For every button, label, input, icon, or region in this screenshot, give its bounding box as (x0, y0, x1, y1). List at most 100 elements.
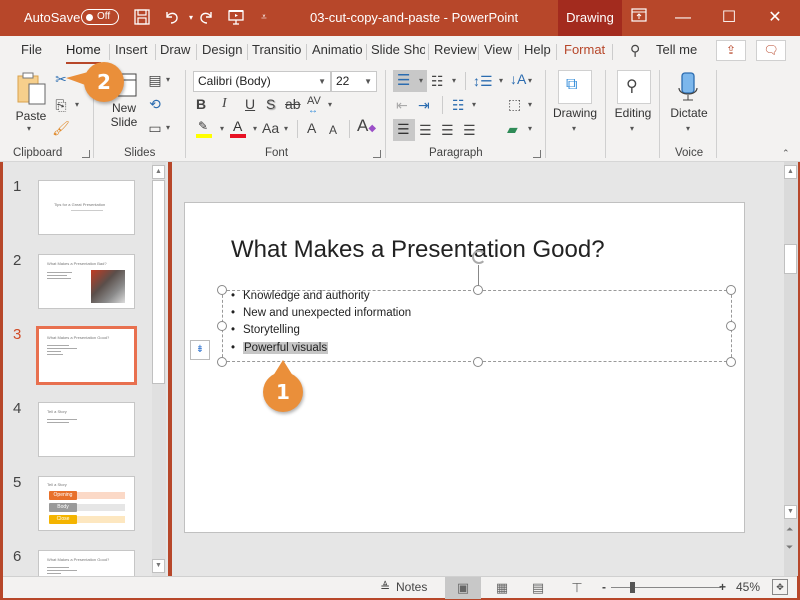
highlight-dropdown-icon[interactable]: ▾ (220, 124, 224, 133)
reset-icon[interactable]: ⟲ (146, 95, 164, 113)
smartart-icon[interactable]: ▰ (507, 120, 518, 138)
zoom-slider-track[interactable] (611, 587, 721, 588)
scroll-up-button[interactable]: ▲ (152, 165, 165, 179)
tab-draw[interactable]: Draw (160, 42, 190, 60)
shadow-button[interactable]: S (266, 95, 275, 113)
resize-handle-top-right[interactable] (726, 285, 736, 295)
close-button[interactable]: ✕ (752, 0, 798, 36)
resize-handle-top-left[interactable] (217, 285, 227, 295)
previous-slide-icon[interactable]: ⏶ (786, 524, 793, 535)
collapse-ribbon-icon[interactable]: ⌃ (782, 148, 790, 159)
tell-me-search[interactable]: Tell me (656, 42, 697, 57)
clipboard-launcher-icon[interactable] (82, 150, 90, 158)
change-case-dropdown-icon[interactable]: ▾ (284, 124, 288, 133)
resize-handle-left[interactable] (217, 321, 227, 331)
highlight-color-button[interactable]: ✎ (196, 119, 214, 139)
normal-view-button[interactable]: ▣ (445, 577, 481, 599)
bullet-item-selected[interactable]: • Powerful visuals (231, 342, 329, 354)
slide-thumbnail-1[interactable]: Tips for a Great Presentation (38, 180, 135, 235)
font-color-button[interactable]: A (230, 118, 248, 139)
share-button[interactable]: ⇪ (716, 40, 746, 61)
layout-icon[interactable]: ▤ (146, 71, 164, 89)
line-spacing-dropdown-icon[interactable]: ▾ (499, 76, 503, 85)
tab-design[interactable]: Design (202, 42, 242, 60)
copy-icon[interactable]: ⎘ (52, 96, 70, 114)
present-icon[interactable] (226, 8, 246, 28)
section-dropdown-icon[interactable]: ▾ (166, 123, 170, 132)
bullet-item[interactable]: • Storytelling (231, 324, 300, 336)
drawing-dropdown-icon[interactable]: ▾ (572, 124, 576, 133)
font-color-dropdown-icon[interactable]: ▾ (253, 124, 257, 133)
tab-file[interactable]: File (21, 42, 42, 60)
tab-animations[interactable]: Animatio (312, 42, 363, 60)
customize-toolbar-icon[interactable]: ⩡ (254, 8, 274, 28)
microphone-icon[interactable] (677, 72, 699, 104)
numbering-icon[interactable]: ☷ (431, 72, 444, 90)
tab-review[interactable]: Review (434, 42, 477, 60)
bullet-item[interactable]: • Knowledge and authority (231, 290, 370, 302)
slide-sorter-button[interactable]: ▦ (484, 577, 520, 599)
tab-view[interactable]: View (484, 42, 512, 60)
maximize-button[interactable]: ☐ (706, 0, 752, 36)
tab-transitions[interactable]: Transitio (252, 42, 301, 60)
bullet-item[interactable]: • New and unexpected information (231, 307, 411, 319)
smartart-dropdown-icon[interactable]: ▾ (528, 124, 532, 133)
drawing-label[interactable]: Drawing (552, 106, 598, 120)
grow-font-button[interactable]: A (307, 119, 316, 137)
slide-show-button[interactable]: ⊤ (559, 577, 595, 599)
editing-label[interactable]: Editing (610, 106, 656, 120)
text-direction-dropdown-icon[interactable]: ▾ (528, 76, 532, 85)
slide-thumbnail-5[interactable]: Tell a Story Opening Body Close (38, 476, 135, 531)
increase-indent-icon[interactable]: ⇥ (418, 96, 430, 114)
layout-dropdown-icon[interactable]: ▾ (166, 75, 170, 84)
slide-thumbnail-3[interactable]: What Makes a Presentation Good? (36, 326, 137, 385)
slides-scrollbar-thumb[interactable] (152, 180, 165, 384)
save-icon[interactable] (132, 8, 152, 28)
autosave-toggle[interactable]: Off (81, 9, 119, 25)
font-name-select[interactable]: Calibri (Body) ▼ (193, 71, 331, 92)
align-center-icon[interactable]: ☰ (419, 121, 432, 139)
paragraph-launcher-icon[interactable] (533, 150, 541, 158)
strikethrough-button[interactable]: ab (285, 95, 301, 113)
undo-icon[interactable] (162, 8, 182, 28)
slides-scrollbar[interactable]: ▲ ▼ (152, 162, 166, 576)
align-left-button[interactable]: ☰ (393, 119, 415, 141)
comments-button[interactable]: 🗨 (756, 40, 786, 61)
bullets-button[interactable]: ☰ ▾ (393, 70, 427, 92)
zoom-in-button[interactable]: + (719, 580, 726, 594)
next-slide-icon[interactable]: ⏷ (786, 542, 793, 553)
change-case-button[interactable]: Aa (262, 119, 279, 137)
notes-icon[interactable]: ≜ (380, 580, 390, 594)
format-painter-icon[interactable]: 🖌 (52, 119, 70, 137)
font-size-select[interactable]: 22 ▼ (331, 71, 377, 92)
zoom-out-button[interactable]: - (602, 580, 606, 594)
columns-icon[interactable]: ☷ (452, 96, 465, 114)
editing-dropdown-icon[interactable]: ▾ (630, 124, 634, 133)
editor-scrollbar-thumb[interactable] (784, 244, 797, 274)
shrink-font-button[interactable]: A (329, 121, 337, 139)
editor-scrollbar[interactable]: ▲ ▼ ⏶ ⏷ (784, 162, 798, 576)
align-text-dropdown-icon[interactable]: ▾ (528, 100, 532, 109)
paste-dropdown-icon[interactable]: ▾ (27, 124, 31, 133)
resize-handle-right[interactable] (726, 321, 736, 331)
slide-thumbnail-2[interactable]: What Makes a Presentation Bad? (38, 254, 135, 309)
drawing-button[interactable]: ⧉ (558, 70, 592, 104)
resize-handle-bottom-right[interactable] (726, 357, 736, 367)
copy-dropdown-icon[interactable]: ▾ (75, 100, 79, 109)
ribbon-display-options-icon[interactable] (629, 8, 649, 28)
columns-dropdown-icon[interactable]: ▾ (472, 100, 476, 109)
dictate-label[interactable]: Dictate (666, 106, 712, 120)
section-icon[interactable]: ▭ (146, 119, 164, 137)
font-launcher-icon[interactable] (373, 150, 381, 158)
line-spacing-icon[interactable]: ↕☰ (473, 72, 493, 90)
resize-handle-bottom-left[interactable] (217, 357, 227, 367)
tab-insert[interactable]: Insert (115, 42, 148, 60)
align-text-icon[interactable]: ⬚ (508, 95, 521, 113)
slide-thumbnail-4[interactable]: Tell a Story (38, 402, 135, 457)
resize-handle-top[interactable] (473, 285, 483, 295)
slide-title[interactable]: What Makes a Presentation Good? (231, 236, 605, 264)
text-direction-icon[interactable]: ↓A (510, 70, 526, 88)
content-placeholder[interactable]: • Knowledge and authority • New and unexpe… (222, 290, 732, 362)
clear-formatting-icon[interactable]: A◆ (357, 117, 376, 138)
align-right-icon[interactable]: ☰ (441, 121, 454, 139)
